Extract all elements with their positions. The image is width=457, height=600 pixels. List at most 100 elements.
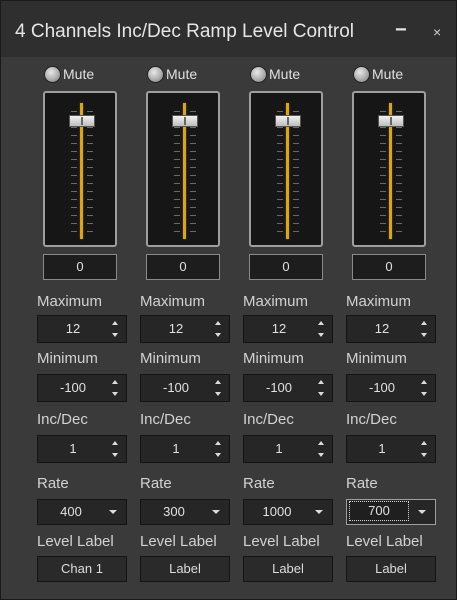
increment-arrow-icon[interactable] [421,321,427,325]
rate-dropdown[interactable]: 300 [140,499,230,525]
maximum-spinbox[interactable]: 12 [140,315,230,343]
fader-tick [277,231,283,232]
minimum-spinbox[interactable]: -100 [243,374,333,402]
minimum-stepper[interactable] [318,378,326,398]
level-fader[interactable] [352,91,426,247]
incdec-spinbox[interactable]: 1 [346,435,436,463]
increment-arrow-icon[interactable] [318,321,324,325]
incdec-spinbox[interactable]: 1 [37,435,127,463]
fader-tick [293,207,299,208]
dropdown-arrow-icon[interactable] [315,510,323,514]
increment-arrow-icon[interactable] [112,380,118,384]
dropdown-arrow-icon[interactable] [109,510,117,514]
level-label-label: Level Label [37,533,114,550]
rate-dropdown[interactable]: 700 [346,499,436,525]
maximum-stepper[interactable] [215,319,223,339]
mute-button[interactable]: Mute [354,65,403,83]
increment-arrow-icon[interactable] [112,441,118,445]
minimum-spinbox[interactable]: -100 [37,374,127,402]
fader-tick [190,143,196,144]
fader-handle[interactable] [172,115,198,127]
fader-tick [71,151,77,152]
fader-tick [396,191,402,192]
incdec-stepper[interactable] [112,439,120,459]
decrement-arrow-icon[interactable] [112,392,118,396]
maximum-stepper[interactable] [112,319,120,339]
level-value[interactable]: 0 [43,254,117,280]
increment-arrow-icon[interactable] [421,441,427,445]
level-fader[interactable] [249,91,323,247]
fader-tick [277,167,283,168]
maximum-spinbox[interactable]: 12 [346,315,436,343]
fader-tick [174,231,180,232]
decrement-arrow-icon[interactable] [318,453,324,457]
minimum-stepper[interactable] [215,378,223,398]
dropdown-arrow-icon[interactable] [418,510,426,514]
incdec-stepper[interactable] [421,439,429,459]
decrement-arrow-icon[interactable] [215,333,221,337]
fader-tick [174,151,180,152]
increment-arrow-icon[interactable] [318,441,324,445]
maximum-stepper[interactable] [421,319,429,339]
level-value[interactable]: 0 [146,254,220,280]
level-label-button[interactable]: Label [140,556,230,582]
minimum-spinbox[interactable]: -100 [140,374,230,402]
level-value[interactable]: 0 [249,254,323,280]
fader-handle[interactable] [275,115,301,127]
level-fader[interactable] [146,91,220,247]
incdec-spinbox[interactable]: 1 [243,435,333,463]
fader-tick [87,167,93,168]
incdec-stepper[interactable] [318,439,326,459]
increment-arrow-icon[interactable] [112,321,118,325]
minimum-stepper[interactable] [421,378,429,398]
fader-tick [87,111,93,112]
level-fader[interactable] [43,91,117,247]
incdec-value: 1 [378,441,386,456]
decrement-arrow-icon[interactable] [421,392,427,396]
increment-arrow-icon[interactable] [421,380,427,384]
level-label-button[interactable]: Label [243,556,333,582]
fader-tick [277,159,283,160]
fader-tick [87,159,93,160]
mute-button[interactable]: Mute [251,65,300,83]
decrement-arrow-icon[interactable] [421,453,427,457]
fader-handle[interactable] [69,115,95,127]
fader-tick [277,223,283,224]
close-icon[interactable]: × [433,24,441,40]
mute-button[interactable]: Mute [45,65,94,83]
incdec-stepper[interactable] [215,439,223,459]
rate-label: Rate [243,475,275,492]
increment-arrow-icon[interactable] [318,380,324,384]
title-bar[interactable]: 4 Channels Inc/Dec Ramp Level Control − … [1,1,456,57]
dropdown-arrow-icon[interactable] [212,510,220,514]
level-label-button[interactable]: Chan 1 [37,556,127,582]
minimum-spinbox[interactable]: -100 [346,374,436,402]
incdec-spinbox[interactable]: 1 [140,435,230,463]
maximum-spinbox[interactable]: 12 [37,315,127,343]
fader-handle[interactable] [378,115,404,127]
decrement-arrow-icon[interactable] [421,333,427,337]
decrement-arrow-icon[interactable] [112,453,118,457]
rate-dropdown[interactable]: 400 [37,499,127,525]
minimize-icon[interactable]: − [395,19,407,42]
increment-arrow-icon[interactable] [215,380,221,384]
minimum-value: -100 [368,380,396,395]
minimum-stepper[interactable] [112,378,120,398]
rate-dropdown[interactable]: 1000 [243,499,333,525]
decrement-arrow-icon[interactable] [112,333,118,337]
fader-tick [87,199,93,200]
incdec-value: 1 [172,441,180,456]
decrement-arrow-icon[interactable] [318,333,324,337]
maximum-stepper[interactable] [318,319,326,339]
decrement-arrow-icon[interactable] [318,392,324,396]
level-label-button[interactable]: Label [346,556,436,582]
maximum-spinbox[interactable]: 12 [243,315,333,343]
increment-arrow-icon[interactable] [215,441,221,445]
decrement-arrow-icon[interactable] [215,392,221,396]
mute-button[interactable]: Mute [148,65,197,83]
level-value[interactable]: 0 [352,254,426,280]
increment-arrow-icon[interactable] [215,321,221,325]
decrement-arrow-icon[interactable] [215,453,221,457]
fader-tick [380,143,386,144]
fader-tick [380,207,386,208]
